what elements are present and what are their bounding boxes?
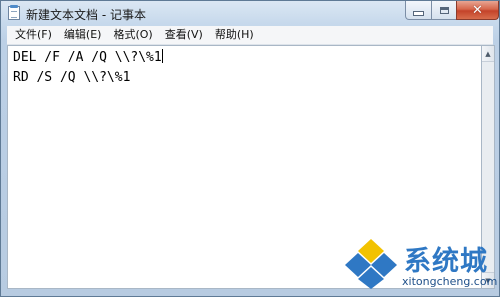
- menu-bar: 文件(F) 编辑(E) 格式(O) 查看(V) 帮助(H): [7, 26, 493, 45]
- window-title: 新建文本文档 - 记事本: [26, 8, 146, 22]
- notepad-icon[interactable]: [8, 5, 20, 20]
- minimize-icon: [413, 10, 424, 16]
- chevron-up-icon: ▲: [485, 49, 491, 58]
- watermark-url: xitongcheng.com: [402, 275, 498, 288]
- maximize-icon: [439, 6, 449, 14]
- text-line: DEL /F /A /Q \\?\%1: [13, 48, 481, 68]
- close-icon: ✕: [472, 2, 483, 18]
- menu-edit[interactable]: 编辑(E): [60, 26, 106, 44]
- watermark-logo-icon: [345, 239, 397, 289]
- minimize-button[interactable]: [405, 1, 432, 20]
- watermark-brand: 系统城: [404, 246, 488, 277]
- menu-view[interactable]: 查看(V): [161, 26, 207, 44]
- text-line-content: RD /S /Q \\?\%1: [13, 70, 131, 85]
- text-line: RD /S /Q \\?\%1: [13, 68, 481, 88]
- menu-format[interactable]: 格式(O): [109, 26, 156, 44]
- menu-help[interactable]: 帮助(H): [211, 26, 258, 44]
- title-bar[interactable]: 新建文本文档 - 记事本 ✕: [1, 1, 499, 25]
- watermark: 系统城 xitongcheng.com: [338, 233, 498, 295]
- text-caret: [161, 49, 163, 63]
- text-line-content: DEL /F /A /Q \\?\%1: [13, 50, 162, 65]
- menu-file[interactable]: 文件(F): [11, 26, 56, 44]
- close-button[interactable]: ✕: [456, 1, 499, 20]
- maximize-button[interactable]: [431, 1, 457, 20]
- scroll-up-button[interactable]: ▲: [482, 46, 494, 62]
